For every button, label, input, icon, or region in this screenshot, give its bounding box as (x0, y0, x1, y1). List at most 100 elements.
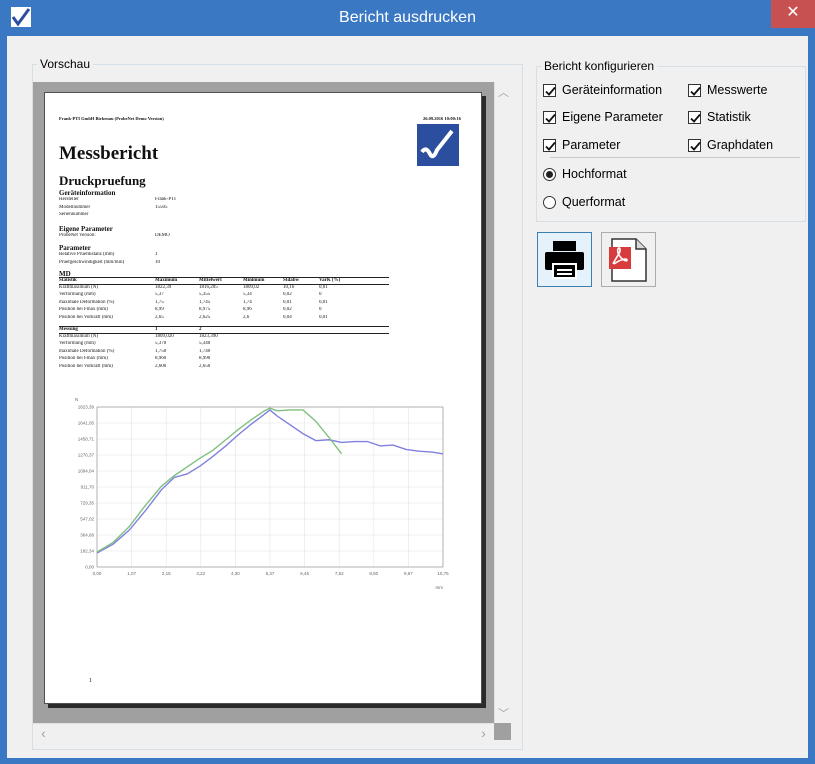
table-row: Pruefgeschwindigkeit (mm/min) 10 (59, 260, 160, 268)
y-tick-label: 1094,04 (78, 469, 95, 474)
y-tick-label: 547,02 (80, 517, 94, 522)
table-row: Position bei Fmax (mm) 8,960 8,990 (59, 356, 389, 364)
y-tick-label: 182,34 (80, 549, 94, 554)
header-cell: VarK (%) (319, 278, 341, 283)
table-cell: Verformung (mm) (59, 292, 96, 298)
table-cell: maximale Deformation (%) (59, 348, 115, 354)
table-cell: 1822,39 (155, 284, 172, 290)
checkbox-label: Geräteinformation (562, 83, 663, 97)
y-tick-label: 0,00 (85, 565, 94, 570)
config-legend: Bericht konfigurieren (544, 59, 655, 73)
table-cell: Position bei Fmax (mm) (59, 356, 108, 362)
table-row: Relative Pruefdistanz (mm) 1 (59, 252, 160, 260)
table-cell: 2,625 (199, 314, 211, 320)
table-cell: 2,650 (199, 363, 211, 369)
checkbox-checked-icon[interactable] (543, 110, 556, 124)
checkbox-measurements[interactable]: Messwerte (688, 81, 767, 99)
table-cell: 5,370 (155, 341, 167, 347)
export-pdf-button[interactable] (601, 232, 656, 287)
table-header: Messung 1 2 (59, 326, 389, 334)
page-header-right: 26.09.2016 10:00:16 (423, 116, 461, 121)
table-cell: 0,04 (283, 314, 292, 320)
table-cell: 1,75 (155, 299, 164, 305)
checkbox-checked-icon[interactable] (688, 138, 701, 152)
vertical-scrollbar[interactable]: ︿ ﹀ (494, 82, 511, 723)
x-tick-label: 4,30 (231, 571, 240, 576)
checkbox-graph-data[interactable]: Graphdaten (688, 136, 773, 154)
checkbox-label: Statistik (707, 110, 751, 124)
radio-unselected-icon[interactable] (543, 195, 556, 209)
row-label: Seriennummer (59, 212, 89, 218)
row-value: 10 (155, 259, 160, 265)
table-cell: 5,34 (243, 292, 252, 298)
y-tick-label: 729,35 (80, 501, 94, 506)
table-cell: maximale Deformation (%) (59, 299, 115, 305)
radio-selected-icon[interactable] (543, 167, 556, 181)
table-row: Position bei Fmax (mm) 8,99 8,975 8,96 0,02 0 (59, 307, 389, 315)
scroll-down-icon[interactable]: ﹀ (495, 705, 512, 721)
y-tick-label: 1458,71 (78, 437, 95, 442)
table-cell: 0,01 (319, 284, 328, 290)
row-value: 15505 (155, 204, 168, 210)
table-cell: 1809,02 (243, 284, 260, 290)
checkbox-checked-icon[interactable] (543, 83, 556, 97)
table-cell: 0,02 (283, 307, 292, 313)
table-cell: 1,750 (155, 348, 167, 354)
report-page: Frank-PTI GmbH Birkenau (ProbeNet Demo V… (44, 92, 482, 704)
checkbox-own-params[interactable]: Eigene Parameter (543, 108, 663, 126)
table-row: Position bei Vorkraft (mm) 2,65 2,625 2,6 0,… (59, 315, 389, 323)
scroll-up-icon[interactable]: ︿ (495, 84, 512, 100)
horizontal-scrollbar[interactable]: ‹ › (33, 723, 494, 741)
x-tick-label: 3,22 (196, 571, 205, 576)
table-row: Kraftmaximum (N) 1822,39 1816,205 1809,02 10… (59, 285, 389, 293)
scroll-left-icon[interactable]: ‹ (35, 725, 52, 741)
x-tick-label: 5,37 (266, 571, 275, 576)
table-row: ProbeNet Version: DEMO (59, 233, 170, 241)
header-cell: Mittelwert (199, 278, 222, 283)
checkbox-label: Messwerte (707, 83, 768, 97)
table-row: Hersteller Frank-PTI (59, 197, 176, 205)
table-cell: 8,975 (199, 307, 211, 313)
header-cell: Stdabw (283, 278, 300, 283)
table-cell: Position bei Vorkraft (mm) (59, 314, 113, 320)
checkbox-checked-icon[interactable] (688, 110, 701, 124)
radio-portrait[interactable]: Hochformat (543, 165, 627, 183)
title-bar: Bericht ausdrucken ✕ (0, 0, 815, 36)
table-cell: 8,99 (155, 307, 164, 313)
preview-pane[interactable]: Frank-PTI GmbH Birkenau (ProbeNet Demo V… (33, 82, 511, 741)
header-cell: Maximum (155, 278, 178, 283)
row-value: Frank-PTI (155, 197, 176, 202)
checkbox-checked-icon[interactable] (688, 83, 701, 97)
table-cell: 0,01 (319, 299, 328, 305)
y-tick-label: 911,70 (81, 485, 95, 490)
row-label: ProbeNet Version: (59, 233, 96, 238)
checkbox-device-info[interactable]: Geräteinformation (543, 81, 662, 99)
table-cell: 5,37 (155, 292, 164, 298)
table-cell: 8,990 (199, 356, 211, 362)
close-button[interactable]: ✕ (771, 0, 815, 28)
radio-landscape[interactable]: Querformat (543, 193, 625, 211)
header-cell: 1 (155, 327, 158, 332)
table-row: Position bei Vorkraft (mm) 2,600 2,650 (59, 364, 389, 372)
table-cell: 2,65 (155, 314, 164, 320)
checkbox-label: Eigene Parameter (562, 110, 663, 124)
row-value: 1 (155, 252, 158, 257)
checkbox-parameters[interactable]: Parameter (543, 136, 620, 154)
table-cell: 1816,205 (199, 284, 218, 290)
window-title: Bericht ausdrucken (339, 9, 476, 26)
table-cell: 10,16 (283, 284, 295, 290)
header-cell: 2 (199, 327, 202, 332)
x-tick-label: 1,07 (127, 571, 136, 576)
checkbox-statistics[interactable]: Statistik (688, 108, 751, 126)
table-cell: 1809,020 (155, 333, 174, 339)
row-label: Relative Pruefdistanz (mm) (59, 252, 115, 257)
own-params-section-title: Eigene Parameter (59, 225, 113, 233)
x-tick-label: 10,75 (437, 571, 449, 576)
y-tick-label: 1823,39 (78, 405, 95, 410)
device-info-table: Hersteller Frank-PTI Modellnummer 15505 Se… (59, 197, 176, 220)
scroll-right-icon[interactable]: › (475, 725, 492, 741)
checkbox-checked-icon[interactable] (543, 138, 556, 152)
print-button[interactable] (537, 232, 592, 287)
header-cell: Minimum (243, 278, 265, 283)
table-cell: Verformung (mm) (59, 341, 96, 347)
